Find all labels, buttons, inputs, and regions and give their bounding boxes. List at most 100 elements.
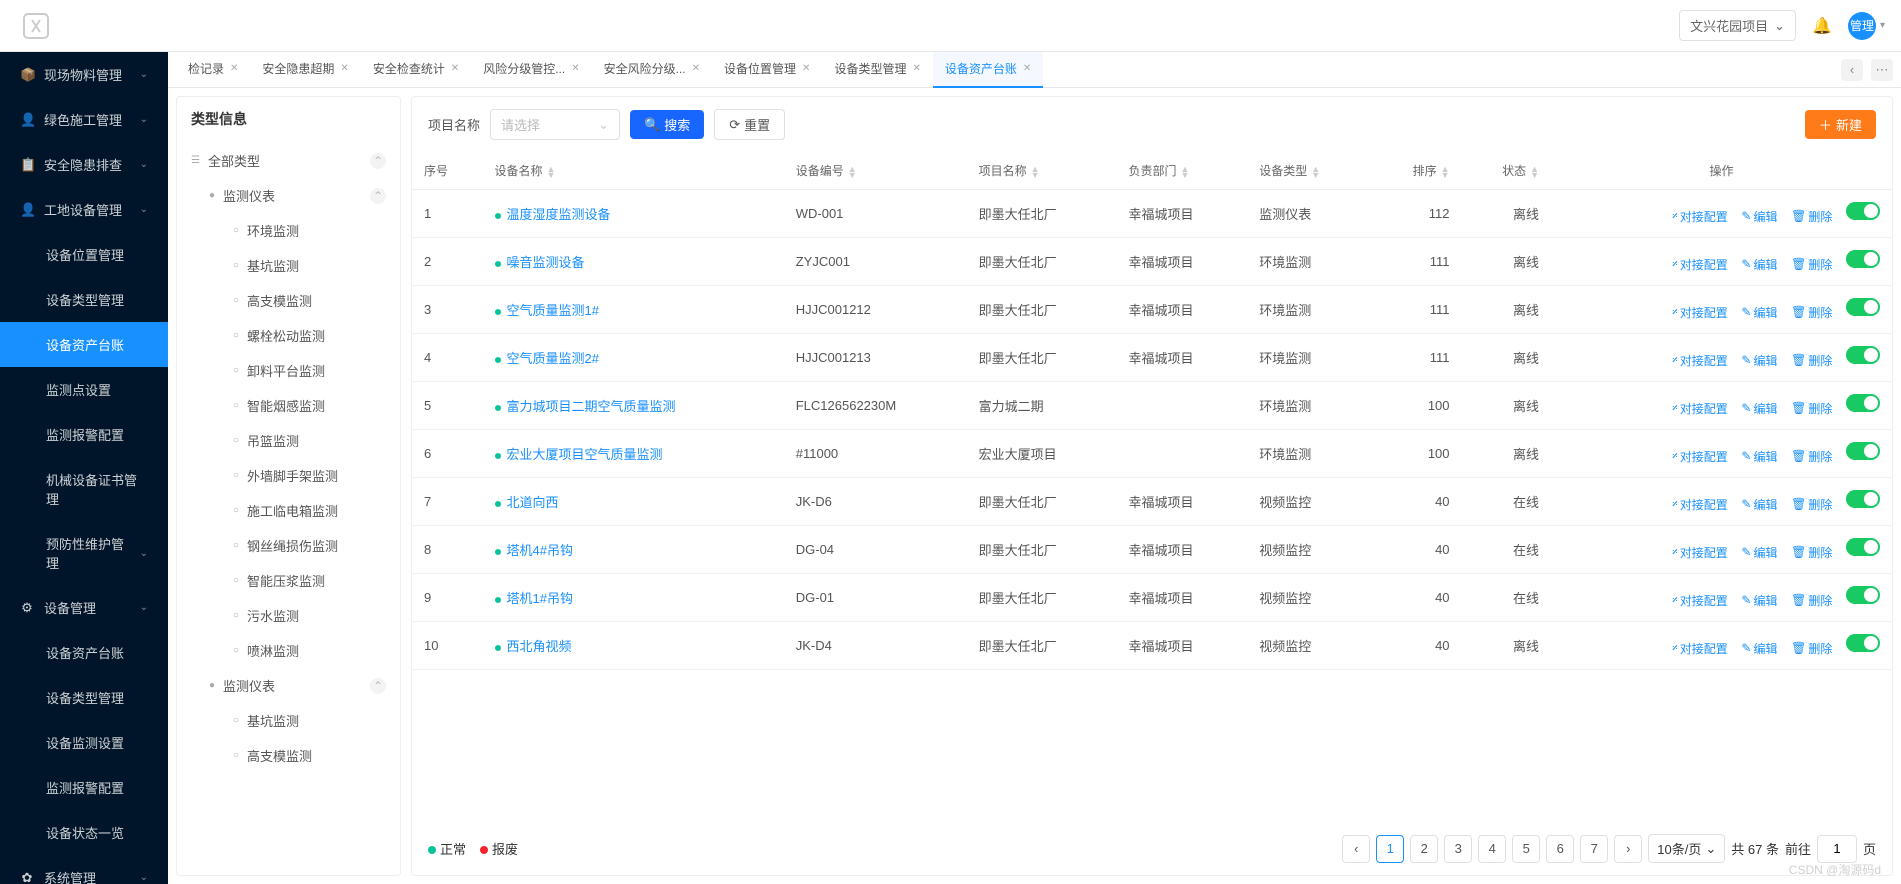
action-edit[interactable]: ✎编辑 xyxy=(1741,544,1777,561)
action-config[interactable]: 𝄎对接配置 xyxy=(1672,592,1728,609)
tab[interactable]: 安全检查统计✕ xyxy=(361,52,471,88)
action-delete[interactable]: 🗑删除 xyxy=(1791,640,1832,657)
sidebar-item[interactable]: ✿系统管理⌄ xyxy=(0,855,168,884)
tabs-overflow-left[interactable]: ‹ xyxy=(1841,59,1863,81)
device-name-link[interactable]: 富力城项目二期空气质量监测 xyxy=(507,399,676,414)
tree-leaf[interactable]: ○螺栓松动监测 xyxy=(185,318,392,353)
action-delete[interactable]: 🗑删除 xyxy=(1791,256,1832,273)
action-config[interactable]: 𝄎对接配置 xyxy=(1672,304,1728,321)
reset-button[interactable]: ⟳ 重置 xyxy=(714,109,785,140)
close-icon[interactable]: ✕ xyxy=(802,63,810,74)
pager-page[interactable]: 2 xyxy=(1410,835,1438,863)
tree-node[interactable]: ●监测仪表⌃ xyxy=(185,178,392,213)
action-delete[interactable]: 🗑删除 xyxy=(1791,592,1832,609)
action-edit[interactable]: ✎编辑 xyxy=(1741,208,1777,225)
sidebar-subitem[interactable]: 设备类型管理 xyxy=(0,277,168,322)
bell-icon[interactable]: 🔔 xyxy=(1812,16,1832,36)
column-header[interactable]: 状态▲▼ xyxy=(1462,152,1552,190)
new-button[interactable]: ＋ 新建 xyxy=(1805,110,1876,139)
action-edit[interactable]: ✎编辑 xyxy=(1741,448,1777,465)
sidebar-subitem[interactable]: 监测报警配置 xyxy=(0,412,168,457)
tab[interactable]: 设备资产台账✕ xyxy=(933,52,1043,88)
enable-switch[interactable] xyxy=(1846,538,1880,556)
tree-leaf[interactable]: ○高支模监测 xyxy=(185,283,392,318)
pager-prev[interactable]: ‹ xyxy=(1342,835,1370,863)
tabs-more-icon[interactable]: ⋯ xyxy=(1871,59,1893,81)
column-header[interactable]: 设备名称▲▼ xyxy=(483,152,784,190)
action-delete[interactable]: 🗑删除 xyxy=(1791,448,1832,465)
sidebar-subitem[interactable]: 监测报警配置 xyxy=(0,765,168,810)
action-config[interactable]: 𝄎对接配置 xyxy=(1672,208,1728,225)
sidebar-subitem[interactable]: 设备监测设置 xyxy=(0,720,168,765)
tree-leaf[interactable]: ○智能烟感监测 xyxy=(185,388,392,423)
enable-switch[interactable] xyxy=(1846,442,1880,460)
sort-icon[interactable]: ▲▼ xyxy=(1311,166,1320,178)
action-delete[interactable]: 🗑删除 xyxy=(1791,544,1832,561)
sort-icon[interactable]: ▲▼ xyxy=(848,166,857,178)
pager-next[interactable]: › xyxy=(1614,835,1642,863)
device-name-link[interactable]: 空气质量监测2# xyxy=(507,351,599,366)
column-header[interactable]: 排序▲▼ xyxy=(1372,152,1462,190)
sidebar-item[interactable]: ⚙设备管理⌄ xyxy=(0,585,168,630)
action-delete[interactable]: 🗑删除 xyxy=(1791,208,1832,225)
sidebar-subitem[interactable]: 预防性维护管理⌄ xyxy=(0,521,168,585)
action-config[interactable]: 𝄎对接配置 xyxy=(1672,352,1728,369)
tree-leaf[interactable]: ○污水监测 xyxy=(185,598,392,633)
pager-page[interactable]: 4 xyxy=(1478,835,1506,863)
sidebar-subitem[interactable]: 监测点设置 xyxy=(0,367,168,412)
action-config[interactable]: 𝄎对接配置 xyxy=(1672,400,1728,417)
device-name-link[interactable]: 塔机4#吊钩 xyxy=(507,543,573,558)
collapse-icon[interactable]: ⌃ xyxy=(370,678,386,694)
enable-switch[interactable] xyxy=(1846,394,1880,412)
pager-page[interactable]: 5 xyxy=(1512,835,1540,863)
action-config[interactable]: 𝄎对接配置 xyxy=(1672,544,1728,561)
tab[interactable]: 风险分级管控...✕ xyxy=(471,52,591,88)
action-config[interactable]: 𝄎对接配置 xyxy=(1672,496,1728,513)
enable-switch[interactable] xyxy=(1846,250,1880,268)
sidebar-subitem[interactable]: 设备资产台账 xyxy=(0,322,168,367)
close-icon[interactable]: ✕ xyxy=(692,63,700,74)
tab[interactable]: 设备类型管理✕ xyxy=(822,52,932,88)
device-name-link[interactable]: 塔机1#吊钩 xyxy=(507,591,573,606)
sidebar-item[interactable]: 👤绿色施工管理⌄ xyxy=(0,97,168,142)
tree-leaf[interactable]: ○钢丝绳损伤监测 xyxy=(185,528,392,563)
action-edit[interactable]: ✎编辑 xyxy=(1741,352,1777,369)
action-edit[interactable]: ✎编辑 xyxy=(1741,592,1777,609)
tree-leaf[interactable]: ○施工临电箱监测 xyxy=(185,493,392,528)
enable-switch[interactable] xyxy=(1846,634,1880,652)
action-delete[interactable]: 🗑删除 xyxy=(1791,400,1832,417)
action-config[interactable]: 𝄎对接配置 xyxy=(1672,640,1728,657)
sort-icon[interactable]: ▲▼ xyxy=(1530,166,1539,178)
pager-page[interactable]: 7 xyxy=(1580,835,1608,863)
sidebar-item[interactable]: 📋安全隐患排查⌄ xyxy=(0,142,168,187)
tree-leaf[interactable]: ○基坑监测 xyxy=(185,248,392,283)
device-name-link[interactable]: 温度湿度监测设备 xyxy=(507,207,611,222)
sidebar-subitem[interactable]: 设备类型管理 xyxy=(0,675,168,720)
close-icon[interactable]: ✕ xyxy=(1023,63,1031,74)
sidebar-item[interactable]: 👤工地设备管理⌄ xyxy=(0,187,168,232)
tree-leaf[interactable]: ○基坑监测 xyxy=(185,703,392,738)
enable-switch[interactable] xyxy=(1846,346,1880,364)
close-icon[interactable]: ✕ xyxy=(571,63,579,74)
tree-leaf[interactable]: ○智能压浆监测 xyxy=(185,563,392,598)
action-edit[interactable]: ✎编辑 xyxy=(1741,304,1777,321)
tree-leaf[interactable]: ○喷淋监测 xyxy=(185,633,392,668)
tree-leaf[interactable]: ○卸料平台监测 xyxy=(185,353,392,388)
action-config[interactable]: 𝄎对接配置 xyxy=(1672,448,1728,465)
collapse-icon[interactable]: ⌃ xyxy=(370,188,386,204)
pager-goto-input[interactable] xyxy=(1817,835,1857,863)
pager-page[interactable]: 1 xyxy=(1376,835,1404,863)
action-edit[interactable]: ✎编辑 xyxy=(1741,496,1777,513)
action-delete[interactable]: 🗑删除 xyxy=(1791,496,1832,513)
sort-icon[interactable]: ▲▼ xyxy=(1031,166,1040,178)
tab[interactable]: 检记录✕ xyxy=(176,52,250,88)
close-icon[interactable]: ✕ xyxy=(912,63,920,74)
enable-switch[interactable] xyxy=(1846,490,1880,508)
pager-page[interactable]: 6 xyxy=(1546,835,1574,863)
tree-leaf[interactable]: ○环境监测 xyxy=(185,213,392,248)
action-edit[interactable]: ✎编辑 xyxy=(1741,256,1777,273)
search-button[interactable]: 🔍 搜索 xyxy=(630,110,704,139)
device-name-link[interactable]: 噪音监测设备 xyxy=(507,255,585,270)
column-header[interactable]: 序号 xyxy=(412,152,483,190)
tree-node[interactable]: ●监测仪表⌃ xyxy=(185,668,392,703)
